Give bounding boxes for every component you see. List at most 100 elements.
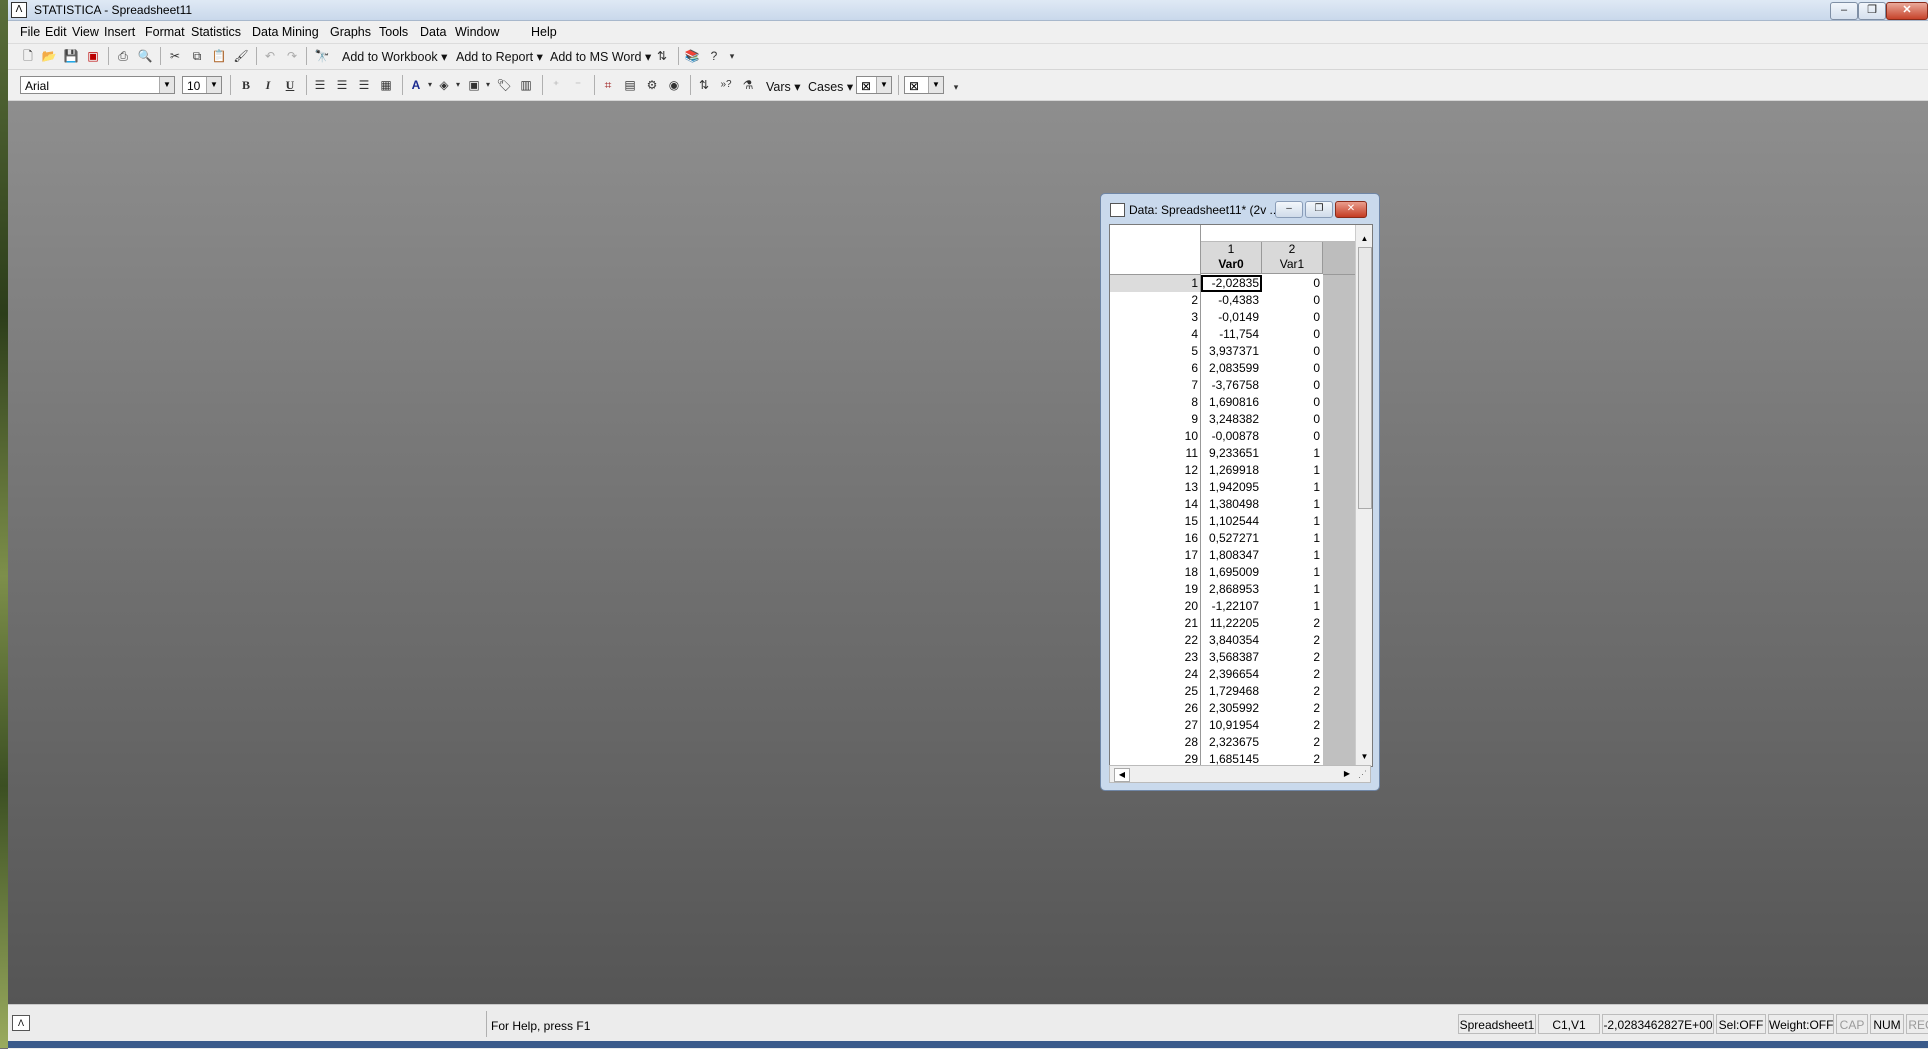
- cell-var1[interactable]: 2: [1262, 717, 1323, 734]
- toolbar-options-icon[interactable]: ▾: [948, 79, 964, 95]
- paste-icon[interactable]: 📋: [211, 48, 227, 64]
- menu-tools[interactable]: Tools: [379, 25, 408, 39]
- cell-var1[interactable]: 2: [1262, 666, 1323, 683]
- settings-icon[interactable]: ⚙: [644, 77, 660, 93]
- add-to-report-button[interactable]: Add to Report ▾: [456, 49, 543, 64]
- chevron-down-icon[interactable]: ▼: [206, 77, 221, 93]
- row-number[interactable]: 14: [1110, 496, 1201, 513]
- undo-icon[interactable]: ↶: [262, 48, 278, 64]
- cell-var1[interactable]: 0: [1262, 411, 1323, 428]
- auto-layout-icon[interactable]: ⇅: [654, 48, 670, 64]
- row-number[interactable]: 12: [1110, 462, 1201, 479]
- cell-var1[interactable]: 1: [1262, 479, 1323, 496]
- cases-button[interactable]: Cases ▾: [808, 79, 853, 94]
- row-number[interactable]: 19: [1110, 581, 1201, 598]
- table-row[interactable]: 26 2,305992 2: [1110, 700, 1355, 717]
- cell-var0[interactable]: 1,695009: [1201, 564, 1262, 581]
- table-row[interactable]: 27 10,91954 2: [1110, 717, 1355, 734]
- spreadsheet-minimize-button[interactable]: –: [1275, 201, 1303, 218]
- tag-icon[interactable]: 🏷: [496, 77, 512, 93]
- table-row[interactable]: 2 -0,4383 0: [1110, 292, 1355, 309]
- add-to-ms-word-button[interactable]: Add to MS Word ▾: [550, 49, 651, 64]
- table-row[interactable]: 21 11,22205 2: [1110, 615, 1355, 632]
- cell-var1[interactable]: 0: [1262, 275, 1323, 292]
- status-sel[interactable]: Sel:OFF: [1716, 1014, 1766, 1034]
- chevron-down-icon[interactable]: ▾: [480, 77, 496, 93]
- cell-var0[interactable]: -3,76758: [1201, 377, 1262, 394]
- cell-var0[interactable]: -2,02835: [1201, 275, 1262, 292]
- cell-var0[interactable]: 2,396654: [1201, 666, 1262, 683]
- table-row[interactable]: 24 2,396654 2: [1110, 666, 1355, 683]
- menu-insert[interactable]: Insert: [104, 25, 135, 39]
- table-row[interactable]: 7 -3,76758 0: [1110, 377, 1355, 394]
- cell-var1[interactable]: 0: [1262, 292, 1323, 309]
- cell-var0[interactable]: 1,102544: [1201, 513, 1262, 530]
- pdf-icon[interactable]: ▣: [85, 48, 101, 64]
- variable-specs-icon[interactable]: ⚗: [740, 77, 756, 93]
- scroll-thumb[interactable]: [1358, 247, 1372, 509]
- menu-window[interactable]: Window: [455, 25, 499, 39]
- copy-icon[interactable]: ⧉: [189, 48, 205, 64]
- increase-decimal-icon[interactable]: ⁺: [548, 77, 564, 93]
- cell-var0[interactable]: 10,91954: [1201, 717, 1262, 734]
- menu-view[interactable]: View: [72, 25, 99, 39]
- resize-grip-icon[interactable]: ⋰: [1358, 769, 1367, 780]
- cell-var1[interactable]: 2: [1262, 615, 1323, 632]
- cell-var1[interactable]: 1: [1262, 496, 1323, 513]
- bold-button[interactable]: B: [238, 77, 254, 93]
- row-number[interactable]: 7: [1110, 377, 1201, 394]
- align-center-icon[interactable]: ☰: [334, 77, 350, 93]
- row-number[interactable]: 11: [1110, 445, 1201, 462]
- save-icon[interactable]: 💾: [63, 48, 79, 64]
- table-row[interactable]: 11 9,233651 1: [1110, 445, 1355, 462]
- grid-corner[interactable]: [1110, 225, 1201, 275]
- underline-button[interactable]: U: [282, 77, 298, 93]
- status-weight[interactable]: Weight:OFF: [1768, 1014, 1834, 1034]
- row-number[interactable]: 8: [1110, 394, 1201, 411]
- table-row[interactable]: 23 3,568387 2: [1110, 649, 1355, 666]
- find-icon[interactable]: 🔭: [314, 48, 330, 64]
- cell-var1[interactable]: 1: [1262, 581, 1323, 598]
- horizontal-scrollbar[interactable]: ◀ ▶ ⋰: [1109, 765, 1371, 783]
- close-button[interactable]: ✕: [1886, 2, 1928, 20]
- books-icon[interactable]: 📚: [684, 48, 700, 64]
- cell-var0[interactable]: -0,0149: [1201, 309, 1262, 326]
- help-pointer-icon[interactable]: ?: [706, 48, 722, 64]
- table-row[interactable]: 16 0,527271 1: [1110, 530, 1355, 547]
- table-row[interactable]: 18 1,695009 1: [1110, 564, 1355, 581]
- font-name-combo[interactable]: Arial ▼: [20, 76, 175, 94]
- row-number[interactable]: 6: [1110, 360, 1201, 377]
- table-row[interactable]: 22 3,840354 2: [1110, 632, 1355, 649]
- data-grid[interactable]: 1 Var0 2 Var1 1 -2,02835 0 2 -0,4383 0 3 -0,014…: [1109, 224, 1373, 767]
- table-row[interactable]: 3 -0,0149 0: [1110, 309, 1355, 326]
- menu-graphs[interactable]: Graphs: [330, 25, 371, 39]
- row-number[interactable]: 9: [1110, 411, 1201, 428]
- table-row[interactable]: 1 -2,02835 0: [1110, 275, 1355, 292]
- print-preview-icon[interactable]: 🔍: [137, 48, 153, 64]
- hide-icon[interactable]: ◉: [666, 77, 682, 93]
- sort-icon[interactable]: ⇅: [696, 77, 712, 93]
- table-row[interactable]: 8 1,690816 0: [1110, 394, 1355, 411]
- cell-var0[interactable]: -0,00878: [1201, 428, 1262, 445]
- cell-var1[interactable]: 0: [1262, 394, 1323, 411]
- row-number[interactable]: 17: [1110, 547, 1201, 564]
- spreadsheet-title-bar[interactable]: Data: Spreadsheet11* (2v ... – ❐ ✕: [1101, 194, 1379, 224]
- cell-var0[interactable]: 1,380498: [1201, 496, 1262, 513]
- cell-var1[interactable]: 2: [1262, 734, 1323, 751]
- table-row[interactable]: 15 1,102544 1: [1110, 513, 1355, 530]
- cell-var1[interactable]: 0: [1262, 428, 1323, 445]
- cell-var0[interactable]: 2,868953: [1201, 581, 1262, 598]
- spreadsheet-window[interactable]: Data: Spreadsheet11* (2v ... – ❐ ✕ 1 Var…: [1100, 193, 1380, 791]
- cell-var1[interactable]: 0: [1262, 326, 1323, 343]
- cell-var1[interactable]: 0: [1262, 343, 1323, 360]
- table-row[interactable]: 17 1,808347 1: [1110, 547, 1355, 564]
- font-size-combo[interactable]: 10 ▼: [182, 76, 222, 94]
- cell-var0[interactable]: 3,248382: [1201, 411, 1262, 428]
- row-number[interactable]: 27: [1110, 717, 1201, 734]
- cell-var1[interactable]: 1: [1262, 564, 1323, 581]
- column-header-var0[interactable]: 1 Var0: [1201, 242, 1262, 274]
- cell-var0[interactable]: 1,729468: [1201, 683, 1262, 700]
- row-number[interactable]: 23: [1110, 649, 1201, 666]
- minimize-button[interactable]: –: [1830, 2, 1858, 20]
- cell-var0[interactable]: 1,808347: [1201, 547, 1262, 564]
